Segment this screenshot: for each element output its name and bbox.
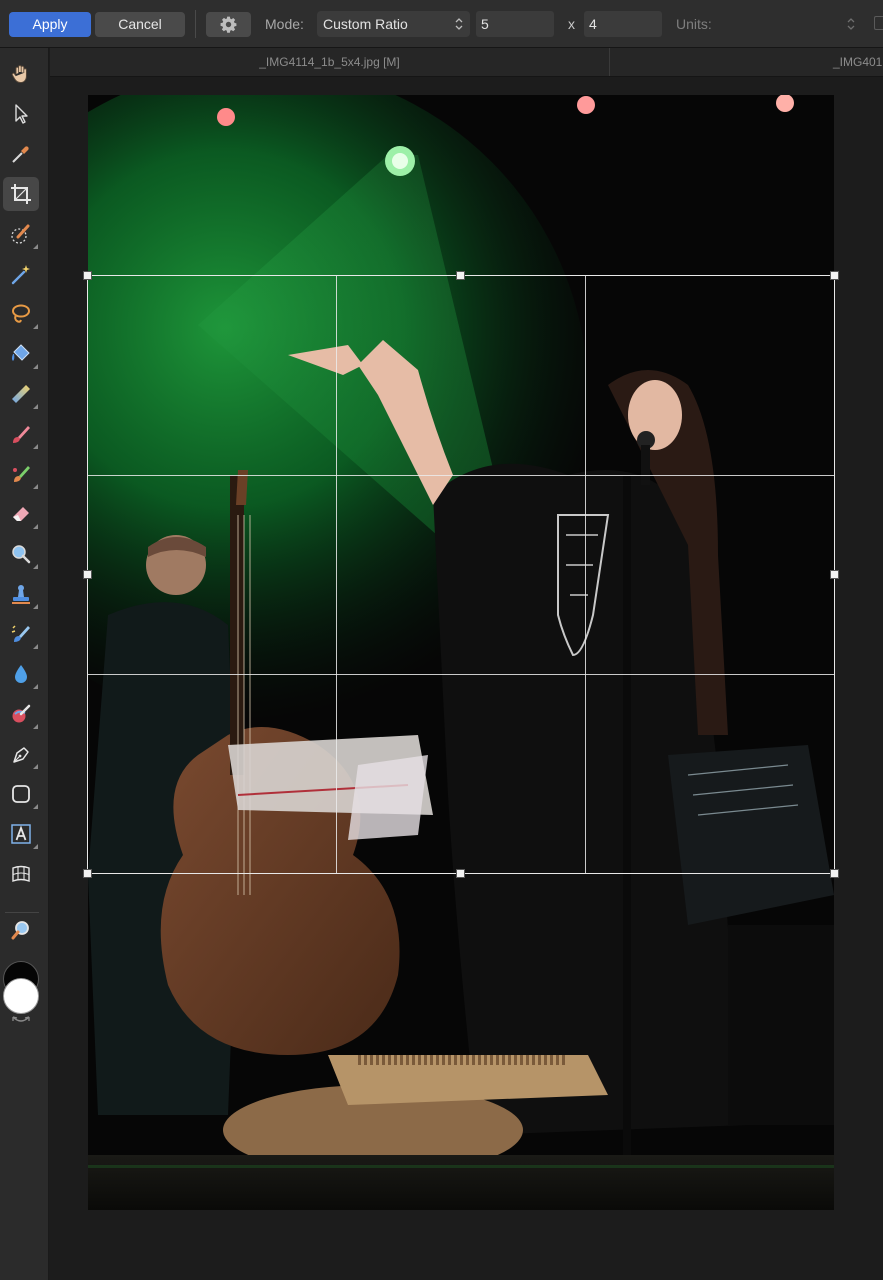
- document-tab-active[interactable]: _IMG4114_1b_5x4.jpg [M]: [50, 48, 610, 76]
- mesh-warp-tool[interactable]: [3, 857, 39, 891]
- flood-fill-tool[interactable]: [3, 337, 39, 371]
- gradient-tool[interactable]: [3, 377, 39, 411]
- document-tab[interactable]: _IMG401: [611, 48, 883, 76]
- tool-flyout-indicator: [33, 644, 38, 649]
- ratio-width-input[interactable]: 5: [476, 11, 554, 37]
- pen-nib-icon: [13, 747, 29, 763]
- mode-value: Custom Ratio: [323, 16, 408, 32]
- selection-brush-icon: [11, 224, 30, 244]
- eyedropper-icon: [12, 146, 29, 163]
- crop-handle-bottom-right[interactable]: [830, 869, 839, 878]
- crop-handle-right[interactable]: [830, 570, 839, 579]
- lasso-icon: [12, 304, 30, 323]
- crop-handle-top-left[interactable]: [83, 271, 92, 280]
- gear-icon: [220, 16, 237, 33]
- crop-settings-button[interactable]: [206, 12, 251, 37]
- tool-flyout-indicator: [33, 364, 38, 369]
- paint-bucket-icon: [12, 344, 30, 361]
- magic-wand-icon: [11, 265, 30, 285]
- mesh-warp-icon: [12, 865, 30, 883]
- blur-brush-tool[interactable]: [3, 657, 39, 691]
- smudge-brush-tool[interactable]: [3, 697, 39, 731]
- toolbar-overflow-control[interactable]: [874, 16, 883, 30]
- rounded-rectangle-icon: [12, 785, 30, 803]
- crop-handle-top[interactable]: [456, 271, 465, 280]
- crop-handle-bottom[interactable]: [456, 869, 465, 878]
- tool-flyout-indicator: [33, 404, 38, 409]
- thirds-gridline: [336, 276, 337, 873]
- inpainting-icon: [11, 625, 30, 642]
- smudge-icon: [12, 704, 31, 723]
- clone-stamp-icon: [12, 585, 30, 604]
- context-toolbar: Apply Cancel Mode: Custom Ratio 5 x 4 Un…: [0, 0, 883, 48]
- thirds-gridline: [88, 475, 834, 476]
- drop-icon: [15, 665, 27, 683]
- text-tool[interactable]: [3, 817, 39, 851]
- color-picker-tool[interactable]: [3, 137, 39, 171]
- crop-icon: [11, 184, 31, 204]
- ratio-height-input[interactable]: 4: [584, 11, 662, 37]
- crop-handle-top-right[interactable]: [830, 271, 839, 280]
- toolbar-divider: [195, 10, 196, 38]
- units-label: Units:: [676, 16, 712, 32]
- erase-brush-tool[interactable]: [3, 497, 39, 531]
- crop-handle-bottom-left[interactable]: [83, 869, 92, 878]
- tool-flyout-indicator: [33, 244, 38, 249]
- arrow-pointer-icon: [15, 104, 28, 124]
- tool-flyout-indicator: [33, 764, 38, 769]
- tool-flyout-indicator: [33, 724, 38, 729]
- hand-icon: [11, 65, 27, 83]
- tool-flyout-indicator: [33, 524, 38, 529]
- thirds-gridline: [585, 276, 586, 873]
- magnifier-icon: [11, 921, 29, 940]
- view-tool[interactable]: [3, 57, 39, 91]
- mode-dropdown[interactable]: Custom Ratio: [317, 11, 470, 37]
- paint-brush-icon: [13, 426, 30, 443]
- tool-flyout-indicator: [33, 684, 38, 689]
- tool-flyout-indicator: [33, 844, 38, 849]
- zoom-tool[interactable]: [3, 913, 39, 947]
- shape-tool[interactable]: [3, 777, 39, 811]
- tool-flyout-indicator: [33, 484, 38, 489]
- selection-brush-tool[interactable]: [3, 217, 39, 251]
- flood-select-tool[interactable]: [3, 257, 39, 291]
- crop-handle-left[interactable]: [83, 570, 92, 579]
- text-frame-icon: [11, 824, 31, 844]
- primary-color-swatch[interactable]: [3, 978, 39, 1014]
- canvas-area[interactable]: [50, 78, 883, 1280]
- gradient-icon: [12, 385, 30, 403]
- document-tabs: _IMG4114_1b_5x4.jpg [M] _IMG401: [50, 48, 883, 77]
- tools-panel: [0, 48, 49, 1280]
- chevron-up-down-icon: [455, 18, 463, 30]
- paint-brush-tool[interactable]: [3, 417, 39, 451]
- ratio-separator-label: x: [568, 16, 575, 32]
- color-replacement-icon: [13, 466, 30, 482]
- dodge-icon: [12, 545, 31, 564]
- tool-flyout-indicator: [33, 804, 38, 809]
- tool-flyout-indicator: [33, 324, 38, 329]
- crop-selection[interactable]: [87, 275, 835, 874]
- tool-flyout-indicator: [33, 604, 38, 609]
- swap-colors-icon[interactable]: [10, 1014, 32, 1026]
- clone-brush-tool[interactable]: [3, 577, 39, 611]
- eraser-icon: [13, 507, 29, 521]
- tool-flyout-indicator: [33, 564, 38, 569]
- pen-tool[interactable]: [3, 737, 39, 771]
- color-replacement-tool[interactable]: [3, 457, 39, 491]
- apply-button[interactable]: Apply: [9, 12, 91, 37]
- thirds-gridline: [88, 674, 834, 675]
- cancel-button[interactable]: Cancel: [95, 12, 185, 37]
- crop-tool[interactable]: [3, 177, 39, 211]
- units-dropdown[interactable]: [730, 11, 862, 37]
- mode-label: Mode:: [265, 16, 304, 32]
- dodge-brush-tool[interactable]: [3, 537, 39, 571]
- freehand-selection-tool[interactable]: [3, 297, 39, 331]
- move-tool[interactable]: [3, 97, 39, 131]
- inpainting-brush-tool[interactable]: [3, 617, 39, 651]
- tool-flyout-indicator: [33, 444, 38, 449]
- chevron-up-down-icon: [847, 18, 855, 30]
